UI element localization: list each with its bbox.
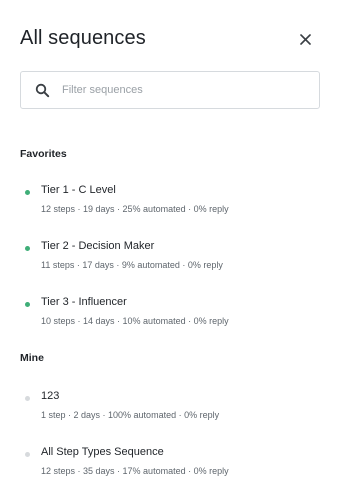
status-dot xyxy=(25,396,30,401)
sequence-meta: 11 steps · 17 days · 9% automated · 0% r… xyxy=(41,260,223,270)
sequence-name: Tier 1 - C Level xyxy=(41,184,116,196)
sequence-meta: 12 steps · 35 days · 17% automated · 0% … xyxy=(41,466,229,476)
status-dot xyxy=(25,302,30,307)
sequence-name: 123 xyxy=(41,390,60,402)
sequence-item[interactable]: All Step Types Sequence 12 steps · 35 da… xyxy=(20,446,320,486)
all-sequences-panel: All sequences Favorites Tier 1 - C Level… xyxy=(0,0,344,501)
sequence-name: Tier 2 - Decision Maker xyxy=(41,240,155,252)
search-box[interactable] xyxy=(20,71,320,109)
close-button[interactable] xyxy=(294,28,316,50)
search-input[interactable] xyxy=(62,84,292,96)
favorites-heading: Favorites xyxy=(20,148,67,160)
sequence-meta: 12 steps · 19 days · 25% automated · 0% … xyxy=(41,204,229,214)
sequence-name: All Step Types Sequence xyxy=(41,446,164,458)
sequence-name: Tier 3 - Influencer xyxy=(41,296,127,308)
sequence-item[interactable]: Tier 1 - C Level 12 steps · 19 days · 25… xyxy=(20,184,320,224)
sequence-item[interactable]: 123 1 step · 2 days · 100% automated · 0… xyxy=(20,390,320,430)
sequence-item[interactable]: Tier 3 - Influencer 10 steps · 14 days ·… xyxy=(20,296,320,336)
sequence-meta: 1 step · 2 days · 100% automated · 0% re… xyxy=(41,410,220,420)
close-icon xyxy=(299,33,311,45)
sequence-item[interactable]: Tier 2 - Decision Maker 11 steps · 17 da… xyxy=(20,240,320,280)
status-dot xyxy=(25,246,30,251)
status-dot xyxy=(25,452,30,457)
search-icon xyxy=(34,82,50,98)
status-dot xyxy=(25,190,30,195)
sequence-meta: 10 steps · 14 days · 10% automated · 0% … xyxy=(41,316,229,326)
mine-heading: Mine xyxy=(20,352,44,364)
panel-title: All sequences xyxy=(20,27,146,49)
